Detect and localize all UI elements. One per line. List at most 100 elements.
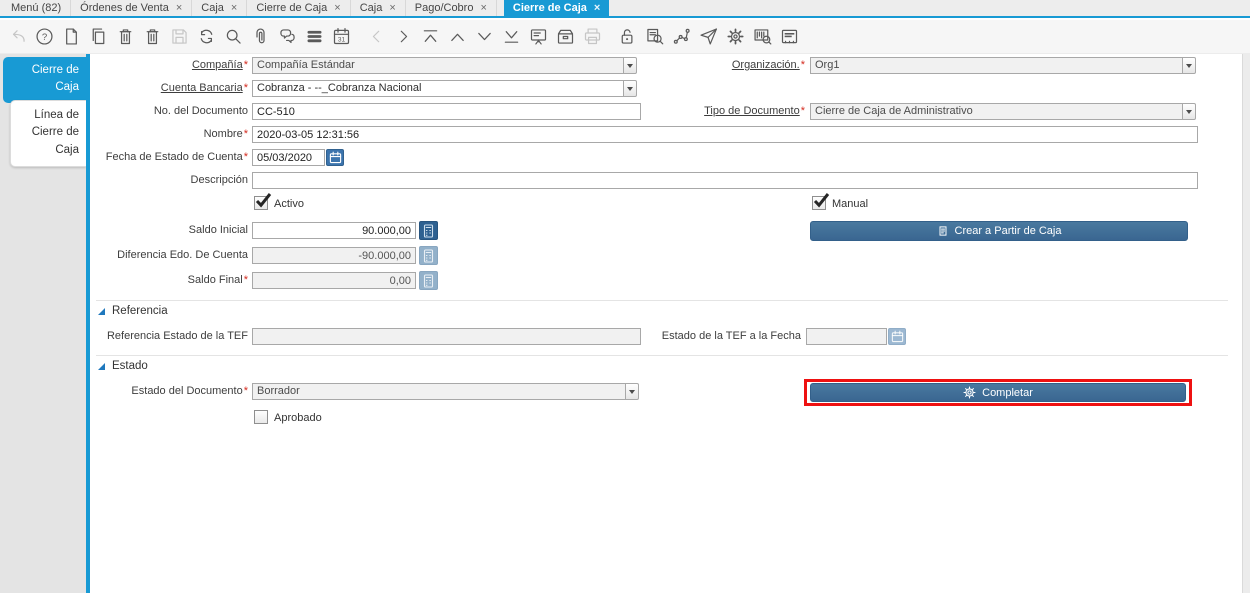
organizacion-label[interactable]: Organización.* — [653, 59, 805, 71]
close-icon[interactable]: × — [480, 2, 486, 14]
window-tab[interactable]: Órdenes de Venta × — [71, 0, 193, 16]
find-icon[interactable] — [221, 25, 245, 49]
workflow-icon[interactable] — [669, 25, 693, 49]
window-tab[interactable]: Menú (82) — [2, 0, 72, 16]
compania-value: Compañía Estándar — [252, 57, 623, 74]
delete-record-icon[interactable] — [113, 25, 137, 49]
svg-text:?: ? — [41, 32, 46, 43]
previous-record-icon[interactable] — [445, 25, 469, 49]
window-tab[interactable]: Caja × — [351, 0, 406, 16]
window-tab[interactable]: Pago/Cobro × — [406, 0, 497, 16]
diferencia-calculator-icon — [419, 246, 438, 265]
calendar-history-icon[interactable]: 31 — [329, 25, 353, 49]
window-tab-bar: Menú (82) Órdenes de Venta × Caja × Cierre de… — [0, 0, 1250, 18]
aprobado-label: Aprobado — [274, 412, 322, 424]
descripcion-input[interactable] — [252, 172, 1198, 189]
tipo-documento-label[interactable]: Tipo de Documento* — [653, 105, 805, 117]
sidebar-tab-linea-de-cierre-de-caja[interactable]: Línea de Cierre de Caja — [10, 100, 86, 167]
saldo-inicial-input[interactable] — [252, 222, 416, 239]
estado-documento-combo[interactable]: Borrador — [252, 383, 639, 400]
print-icon — [580, 25, 604, 49]
tipo-documento-dropdown-arrow-icon[interactable] — [1182, 103, 1196, 120]
diferencia-input — [252, 247, 416, 264]
referencia-tef-input — [252, 328, 641, 345]
cuenta-bancaria-value: Cobranza - --_Cobranza Nacional — [252, 80, 623, 97]
no-documento-input[interactable] — [252, 103, 641, 120]
undo-icon — [5, 25, 29, 49]
window-customization-icon[interactable] — [777, 25, 801, 49]
grid-toggle-icon[interactable] — [302, 25, 326, 49]
close-icon[interactable]: × — [176, 2, 182, 14]
sidebar-accent-strip — [86, 54, 90, 593]
organizacion-combo[interactable]: Org1 — [810, 57, 1196, 74]
close-icon[interactable]: × — [389, 2, 395, 14]
compania-label[interactable]: Compañía* — [96, 59, 248, 71]
saldo-inicial-calculator-icon[interactable] — [419, 221, 438, 240]
window-tab-label: Menú (82) — [11, 2, 62, 14]
cuenta-bancaria-label[interactable]: Cuenta Bancaria* — [96, 82, 248, 94]
fecha-estado-calendar-icon[interactable] — [326, 149, 344, 166]
referencia-section-header[interactable]: Referencia — [98, 305, 168, 317]
cuenta-bancaria-combo[interactable]: Cobranza - --_Cobranza Nacional — [252, 80, 637, 97]
nombre-input[interactable] — [252, 126, 1198, 143]
compania-dropdown-arrow-icon[interactable] — [623, 57, 637, 74]
zoom-across-icon[interactable] — [642, 25, 666, 49]
lock-icon[interactable] — [615, 25, 639, 49]
chat-icon[interactable] — [275, 25, 299, 49]
process-icon[interactable] — [723, 25, 747, 49]
svg-text:31: 31 — [337, 36, 345, 43]
activo-checkbox[interactable] — [254, 193, 272, 210]
delete-selection-icon[interactable] — [140, 25, 164, 49]
organizacion-dropdown-arrow-icon[interactable] — [1182, 57, 1196, 74]
estado-documento-label: Estado del Documento* — [131, 385, 248, 397]
last-record-icon[interactable] — [499, 25, 523, 49]
window-tab[interactable]: Cierre de Caja × — [503, 0, 610, 16]
copy-record-icon[interactable] — [86, 25, 110, 49]
close-icon[interactable]: × — [334, 2, 340, 14]
compania-combo[interactable]: Compañía Estándar — [252, 57, 637, 74]
aprobado-checkbox[interactable] — [254, 410, 268, 424]
window-tab[interactable]: Cierre de Caja × — [247, 0, 351, 16]
estado-tef-fecha-input — [806, 328, 887, 345]
help-icon[interactable]: ? — [32, 25, 56, 49]
report-icon[interactable] — [526, 25, 550, 49]
cuenta-bancaria-dropdown-arrow-icon[interactable] — [623, 80, 637, 97]
estado-documento-dropdown-arrow-icon[interactable] — [625, 383, 639, 400]
product-info-icon[interactable] — [750, 25, 774, 49]
send-request-icon[interactable] — [696, 25, 720, 49]
crear-a-partir-de-caja-button[interactable]: Crear a Partir de Caja — [810, 221, 1188, 241]
attachment-icon[interactable] — [248, 25, 272, 49]
close-icon[interactable]: × — [594, 2, 600, 14]
close-icon[interactable]: × — [231, 2, 237, 14]
new-record-icon[interactable] — [59, 25, 83, 49]
saldo-final-input — [252, 272, 416, 289]
next-record-icon[interactable] — [472, 25, 496, 49]
detail-record-icon[interactable] — [391, 25, 415, 49]
first-record-icon[interactable] — [418, 25, 442, 49]
refresh-icon[interactable] — [194, 25, 218, 49]
sidebar-tab-cierre-de-caja[interactable]: Cierre de Caja — [3, 57, 86, 103]
saldo-final-label: Saldo Final* — [187, 274, 248, 286]
sidebar: Cierre de Caja Línea de Cierre de Caja — [0, 54, 86, 593]
fecha-estado-input[interactable] — [252, 149, 325, 166]
completar-button[interactable]: Completar — [810, 383, 1186, 402]
toolbar: ? 31 — [0, 20, 1250, 54]
organizacion-value: Org1 — [810, 57, 1182, 74]
save-icon — [167, 25, 191, 49]
manual-label: Manual — [832, 198, 869, 210]
estado-documento-value: Borrador — [252, 383, 625, 400]
window-tab[interactable]: Caja × — [192, 0, 248, 16]
descripcion-label: Descripción — [190, 174, 248, 186]
tipo-documento-combo[interactable]: Cierre de Caja de Administrativo — [810, 103, 1196, 120]
manual-checkbox[interactable] — [812, 193, 830, 210]
window-tab-label: Caja — [359, 2, 383, 14]
saldo-final-calculator-icon — [419, 271, 438, 290]
activo-label: Activo — [274, 198, 304, 210]
estado-tef-fecha-calendar-icon — [888, 328, 906, 345]
estado-section-header[interactable]: Estado — [98, 360, 148, 372]
no-documento-label: No. del Documento — [153, 105, 248, 117]
archive-icon[interactable] — [553, 25, 577, 49]
create-from-cash-icon — [939, 226, 946, 236]
window-tab-label: Caja — [201, 2, 224, 14]
vertical-scrollbar[interactable] — [1242, 54, 1250, 593]
